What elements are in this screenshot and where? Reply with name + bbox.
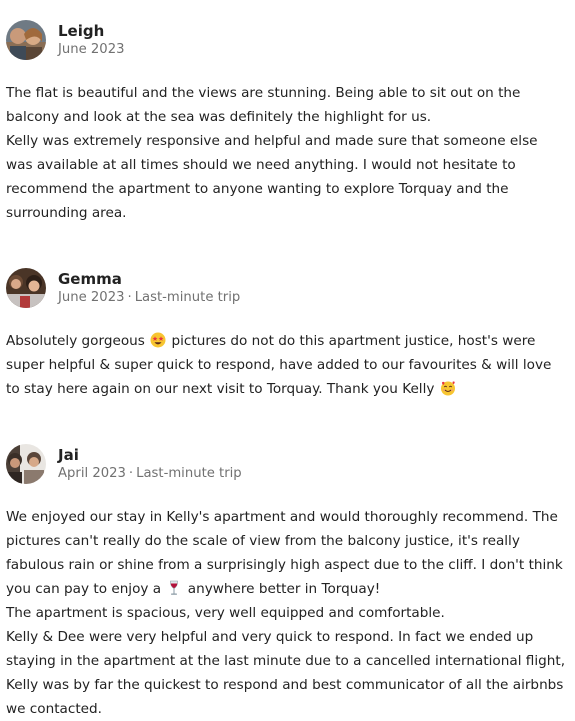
reviewer-name[interactable]: Gemma [58, 269, 240, 289]
review-text-part: Absolutely gorgeous [6, 333, 145, 349]
review-header: Gemma June 2023 · Last-minute trip [6, 264, 568, 312]
review-date: April 2023 · Last-minute trip [58, 465, 242, 483]
review-date-text: June 2023 [58, 42, 125, 57]
separator-dot: · [127, 290, 132, 305]
review-paragraph: Kelly was extremely responsive and helpf… [6, 133, 538, 221]
review-text: The flat is beautiful and the views are … [6, 81, 568, 225]
review-meta: Gemma June 2023 · Last-minute trip [58, 269, 240, 307]
review-meta: Leigh June 2023 [58, 21, 124, 59]
review-item: Gemma June 2023 · Last-minute trip Absolut… [6, 264, 568, 401]
review-paragraph: Absolutely gorgeous pictures do not do t… [6, 329, 568, 401]
avatar[interactable] [6, 444, 46, 484]
review-text-part: anywhere better in Torquay! [187, 581, 381, 597]
review-item: Jai April 2023 · Last-minute trip We enjoy… [6, 440, 568, 721]
review-header: Leigh June 2023 [6, 16, 568, 64]
reviewer-name[interactable]: Leigh [58, 21, 124, 41]
review-paragraph: We enjoyed our stay in Kelly's apartment… [6, 505, 568, 601]
review-text: We enjoyed our stay in Kelly's apartment… [6, 505, 568, 721]
review-item: Leigh June 2023 The flat is beautiful an… [6, 16, 568, 225]
review-meta: Jai April 2023 · Last-minute trip [58, 445, 242, 483]
review-text: Absolutely gorgeous pictures do not do t… [6, 329, 568, 401]
review-header: Jai April 2023 · Last-minute trip [6, 440, 568, 488]
review-date: June 2023 · Last-minute trip [58, 289, 240, 307]
trip-type: Last-minute trip [136, 466, 242, 481]
separator-dot: · [128, 466, 134, 481]
star-struck-emoji-icon [150, 332, 166, 348]
trip-type: Last-minute trip [134, 290, 241, 305]
review-paragraph: Kelly & Dee were very helpful and very q… [6, 629, 566, 717]
review-date: June 2023 [58, 41, 124, 59]
smiling-face-with-hearts-emoji-icon [440, 381, 455, 396]
review-paragraph: The flat is beautiful and the views are … [6, 85, 521, 125]
avatar-photo [6, 268, 46, 308]
avatar-photo [6, 444, 46, 484]
avatar-photo [6, 20, 46, 60]
wine-glass-emoji-icon [170, 580, 179, 595]
avatar[interactable] [6, 268, 46, 308]
review-date-text: April 2023 [58, 466, 126, 481]
reviewer-name[interactable]: Jai [58, 445, 242, 465]
avatar[interactable] [6, 20, 46, 60]
reviews-list: Leigh June 2023 The flat is beautiful an… [6, 16, 568, 721]
review-paragraph: The apartment is spacious, very well equ… [6, 605, 445, 621]
review-date-text: June 2023 [58, 290, 125, 305]
